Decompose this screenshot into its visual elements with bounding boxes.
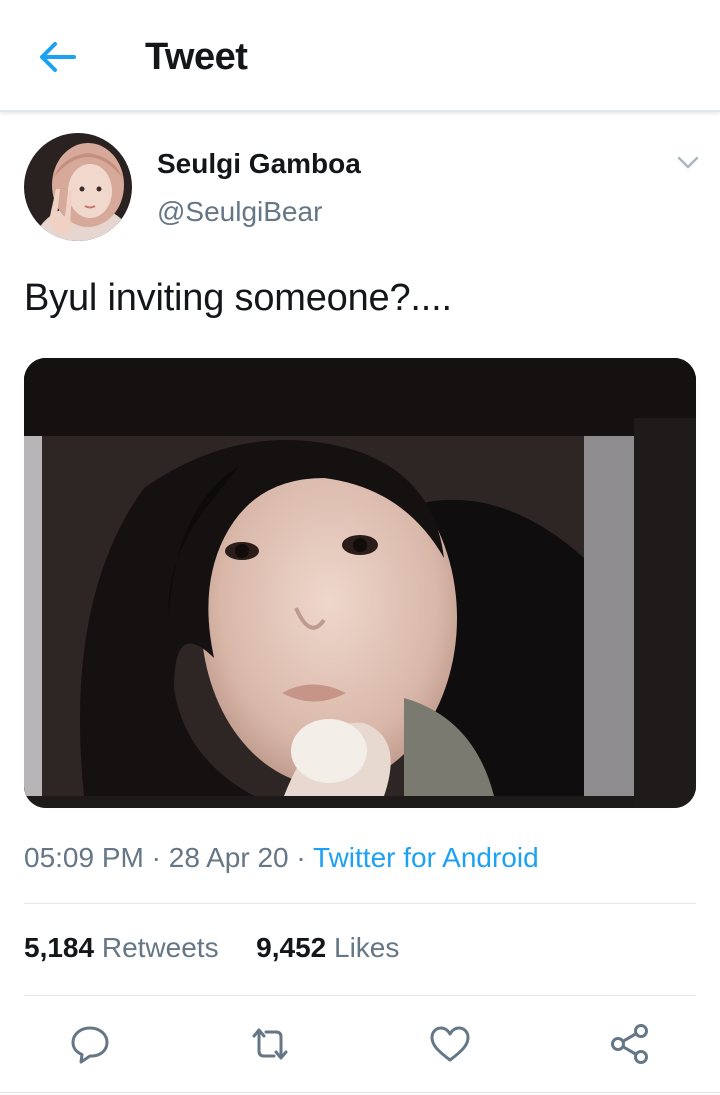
page-title: Tweet: [145, 36, 248, 78]
tweet-text: Byul inviting someone?....: [24, 277, 452, 319]
divider: [0, 1092, 720, 1093]
arrow-left-icon: [40, 42, 76, 72]
share-icon: [611, 1024, 648, 1064]
like-count: 9,452: [256, 932, 327, 963]
author-name[interactable]: Seulgi Gamboa: [157, 148, 361, 180]
avatar[interactable]: [24, 133, 132, 241]
tweet-date: 28 Apr 20: [168, 842, 289, 873]
reply-button[interactable]: [66, 1020, 114, 1068]
tweet-timestamp: 05:09 PM · 28 Apr 20 · Twitter for Andro…: [24, 842, 539, 874]
share-button[interactable]: [606, 1020, 654, 1068]
retweet-button[interactable]: [246, 1020, 294, 1068]
tweet-photo[interactable]: [24, 358, 696, 808]
meta-separator: ·: [296, 842, 314, 873]
top-app-bar: Tweet: [0, 0, 720, 112]
retweet-icon: [252, 1028, 288, 1060]
retweet-count: 5,184: [24, 932, 95, 963]
like-button[interactable]: [426, 1020, 474, 1068]
tweet-stats: 5,184 Retweets 9,452 Likes: [24, 932, 399, 964]
heart-icon: [430, 1026, 470, 1062]
chevron-down-icon: [677, 156, 699, 169]
divider: [24, 903, 696, 904]
meta-separator: ·: [151, 842, 169, 873]
author-handle[interactable]: @SeulgiBear: [157, 196, 322, 228]
divider: [24, 995, 696, 996]
reply-bubble-icon: [71, 1026, 109, 1064]
tweet-time: 05:09 PM: [24, 842, 144, 873]
tweet-source-link[interactable]: Twitter for Android: [313, 842, 539, 873]
retweets-stat[interactable]: 5,184 Retweets: [24, 932, 226, 963]
back-button[interactable]: [30, 34, 82, 80]
like-label: Likes: [334, 932, 400, 963]
more-options-button[interactable]: [672, 148, 704, 178]
retweet-label: Retweets: [101, 932, 219, 963]
likes-stat[interactable]: 9,452 Likes: [256, 932, 399, 963]
